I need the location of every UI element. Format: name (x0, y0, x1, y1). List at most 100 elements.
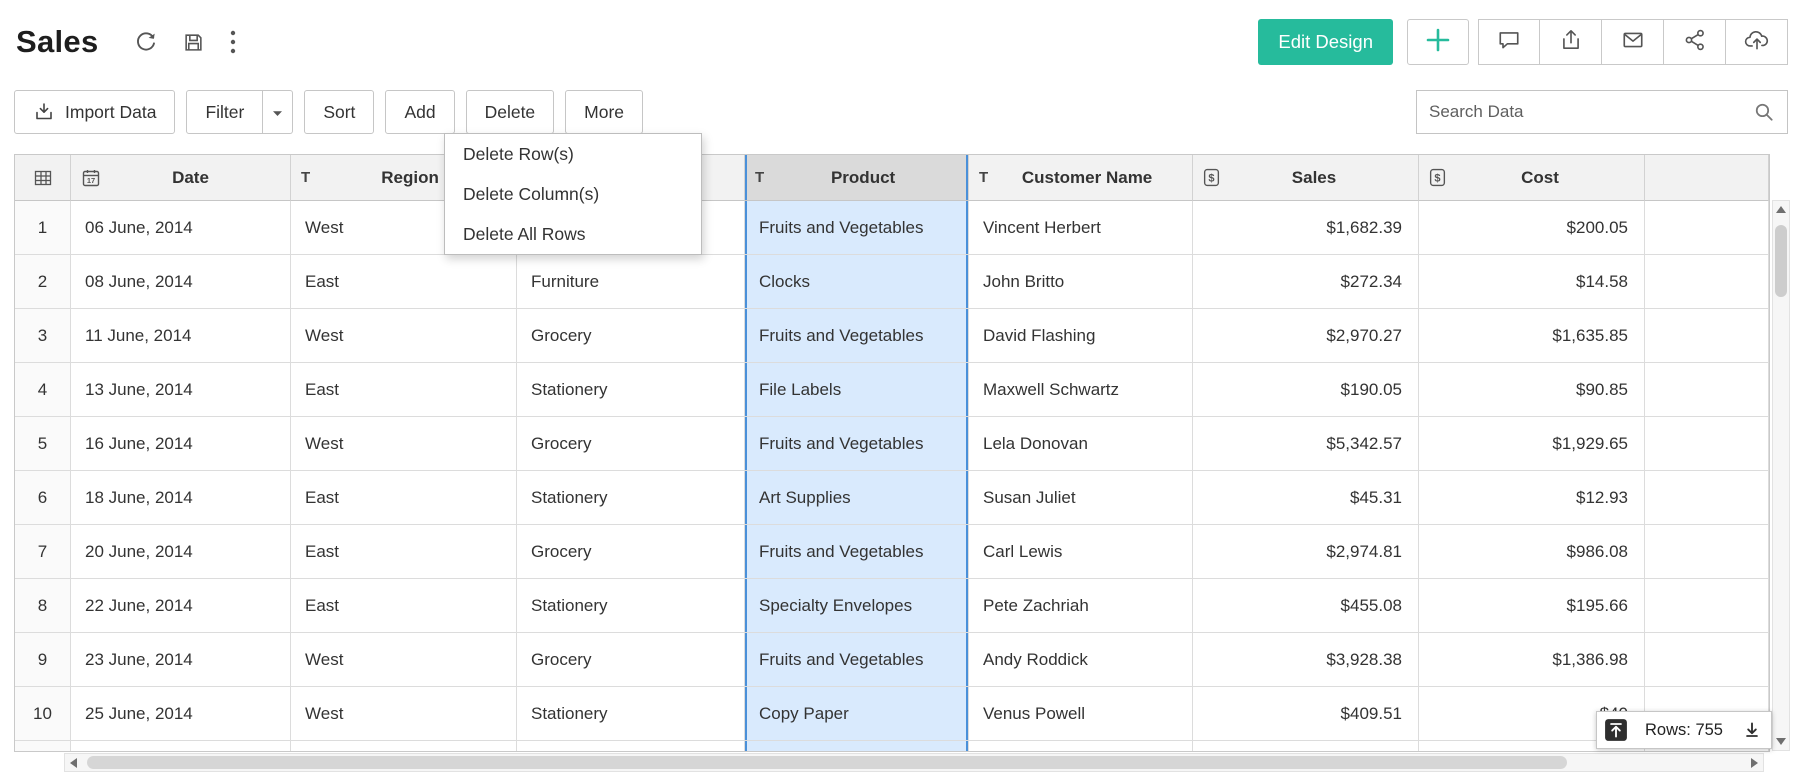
cell-product[interactable]: Copy Paper (745, 687, 969, 741)
cell-product[interactable]: Fruits and Vegetables (745, 309, 969, 363)
cell-category[interactable]: Grocery (517, 309, 745, 363)
scroll-right-arrow-icon[interactable] (1751, 758, 1758, 768)
comments-button[interactable] (1478, 19, 1540, 65)
row-number-cell[interactable]: 6 (15, 471, 71, 525)
cell-sales[interactable]: $1,682.39 (1193, 201, 1419, 255)
cell-region[interactable]: East (291, 471, 517, 525)
cell-sales[interactable]: $45.31 (1193, 471, 1419, 525)
scroll-up-arrow-icon[interactable] (1776, 206, 1786, 213)
cell-sales[interactable]: $2,970.27 (1193, 309, 1419, 363)
search-input[interactable] (1429, 102, 1753, 122)
cell-customer-name[interactable]: Venus Powell (969, 687, 1193, 741)
scroll-to-top-icon[interactable] (1604, 718, 1628, 742)
cell-customer-name[interactable]: Maxwell Schwartz (969, 363, 1193, 417)
row-number-cell[interactable]: 10 (15, 687, 71, 741)
cell-empty[interactable] (1645, 255, 1769, 309)
cell-region[interactable]: East (291, 525, 517, 579)
row-number-cell[interactable] (15, 741, 71, 752)
cell-category[interactable]: Stationery (517, 363, 745, 417)
cell-product[interactable]: Clocks (745, 255, 969, 309)
row-number-cell[interactable]: 2 (15, 255, 71, 309)
column-header-rownum[interactable] (15, 155, 71, 201)
cell-empty[interactable] (1645, 417, 1769, 471)
cell-region[interactable]: East (291, 579, 517, 633)
cell-product[interactable]: Specialty Envelopes (745, 579, 969, 633)
row-number-cell[interactable]: 1 (15, 201, 71, 255)
menu-item-delete-columns[interactable]: Delete Column(s) (445, 174, 701, 214)
cell-date[interactable]: 06 June, 2014 (71, 201, 291, 255)
cell-empty[interactable] (1645, 363, 1769, 417)
column-header-cost[interactable]: $ Cost (1419, 155, 1645, 201)
column-header-date[interactable]: 17 Date (71, 155, 291, 201)
kebab-menu-icon[interactable] (230, 30, 236, 54)
cell-date[interactable]: 11 June, 2014 (71, 309, 291, 363)
cell-sales[interactable]: $455.08 (1193, 579, 1419, 633)
cell-cost[interactable]: $1,929.65 (1419, 417, 1645, 471)
share-button[interactable] (1664, 19, 1726, 65)
cell-category[interactable]: Grocery (517, 525, 745, 579)
row-number-cell[interactable]: 3 (15, 309, 71, 363)
cell-date[interactable]: 22 June, 2014 (71, 579, 291, 633)
cell-sales[interactable]: $2,974.81 (1193, 525, 1419, 579)
cell-empty[interactable] (1645, 525, 1769, 579)
filter-dropdown-button[interactable] (263, 90, 293, 134)
row-number-cell[interactable]: 4 (15, 363, 71, 417)
cell-category[interactable]: Grocery (517, 417, 745, 471)
cell-empty[interactable] (1645, 471, 1769, 525)
cell-category[interactable]: Grocery (517, 633, 745, 687)
menu-item-delete-all-rows[interactable]: Delete All Rows (445, 214, 701, 254)
import-data-button[interactable]: Import Data (14, 90, 175, 134)
cell-product[interactable]: Fruits and Vegetables (745, 633, 969, 687)
cell-date[interactable] (71, 741, 291, 752)
delete-button[interactable]: Delete (466, 90, 555, 134)
cell-sales[interactable] (1193, 741, 1419, 752)
cell-cost[interactable]: $1,386.98 (1419, 633, 1645, 687)
cell-cost[interactable]: $14.58 (1419, 255, 1645, 309)
cell-product[interactable] (745, 741, 969, 752)
horizontal-scrollbar[interactable] (64, 753, 1764, 772)
row-number-cell[interactable]: 9 (15, 633, 71, 687)
menu-item-delete-rows[interactable]: Delete Row(s) (445, 134, 701, 174)
cell-region[interactable]: East (291, 255, 517, 309)
cell-date[interactable]: 18 June, 2014 (71, 471, 291, 525)
cell-date[interactable]: 08 June, 2014 (71, 255, 291, 309)
search-icon[interactable] (1753, 101, 1775, 123)
cell-empty[interactable] (1645, 309, 1769, 363)
cell-category[interactable]: Stationery (517, 471, 745, 525)
cell-cost[interactable]: $200.05 (1419, 201, 1645, 255)
column-header-customer-name[interactable]: T Customer Name (969, 155, 1193, 201)
scroll-to-bottom-icon[interactable] (1740, 718, 1764, 742)
cell-category[interactable]: Stationery (517, 579, 745, 633)
cell-region[interactable]: West (291, 687, 517, 741)
scroll-left-arrow-icon[interactable] (70, 758, 77, 768)
cell-product[interactable]: File Labels (745, 363, 969, 417)
cell-product[interactable]: Fruits and Vegetables (745, 417, 969, 471)
cell-region[interactable]: East (291, 363, 517, 417)
cell-sales[interactable]: $409.51 (1193, 687, 1419, 741)
scroll-down-arrow-icon[interactable] (1776, 738, 1786, 745)
cell-date[interactable]: 23 June, 2014 (71, 633, 291, 687)
cell-customer-name[interactable]: Pete Zachriah (969, 579, 1193, 633)
add-new-button[interactable] (1407, 19, 1469, 65)
cell-customer-name[interactable]: Carl Lewis (969, 525, 1193, 579)
column-header-empty[interactable] (1645, 155, 1769, 201)
cell-customer-name[interactable]: Susan Juliet (969, 471, 1193, 525)
row-number-cell[interactable]: 8 (15, 579, 71, 633)
more-button[interactable]: More (565, 90, 643, 134)
cell-category[interactable]: Stationery (517, 687, 745, 741)
cell-empty[interactable] (1645, 579, 1769, 633)
row-number-cell[interactable]: 5 (15, 417, 71, 471)
cell-sales[interactable]: $272.34 (1193, 255, 1419, 309)
cell-date[interactable]: 16 June, 2014 (71, 417, 291, 471)
horizontal-scrollbar-thumb[interactable] (87, 756, 1567, 769)
column-header-sales[interactable]: $ Sales (1193, 155, 1419, 201)
cell-date[interactable]: 20 June, 2014 (71, 525, 291, 579)
cell-cost[interactable]: $90.85 (1419, 363, 1645, 417)
export-button[interactable] (1540, 19, 1602, 65)
cell-product[interactable]: Fruits and Vegetables (745, 525, 969, 579)
cell-product[interactable]: Fruits and Vegetables (745, 201, 969, 255)
row-number-cell[interactable]: 7 (15, 525, 71, 579)
cell-sales[interactable]: $190.05 (1193, 363, 1419, 417)
cell-product[interactable]: Art Supplies (745, 471, 969, 525)
cell-cost[interactable]: $195.66 (1419, 579, 1645, 633)
